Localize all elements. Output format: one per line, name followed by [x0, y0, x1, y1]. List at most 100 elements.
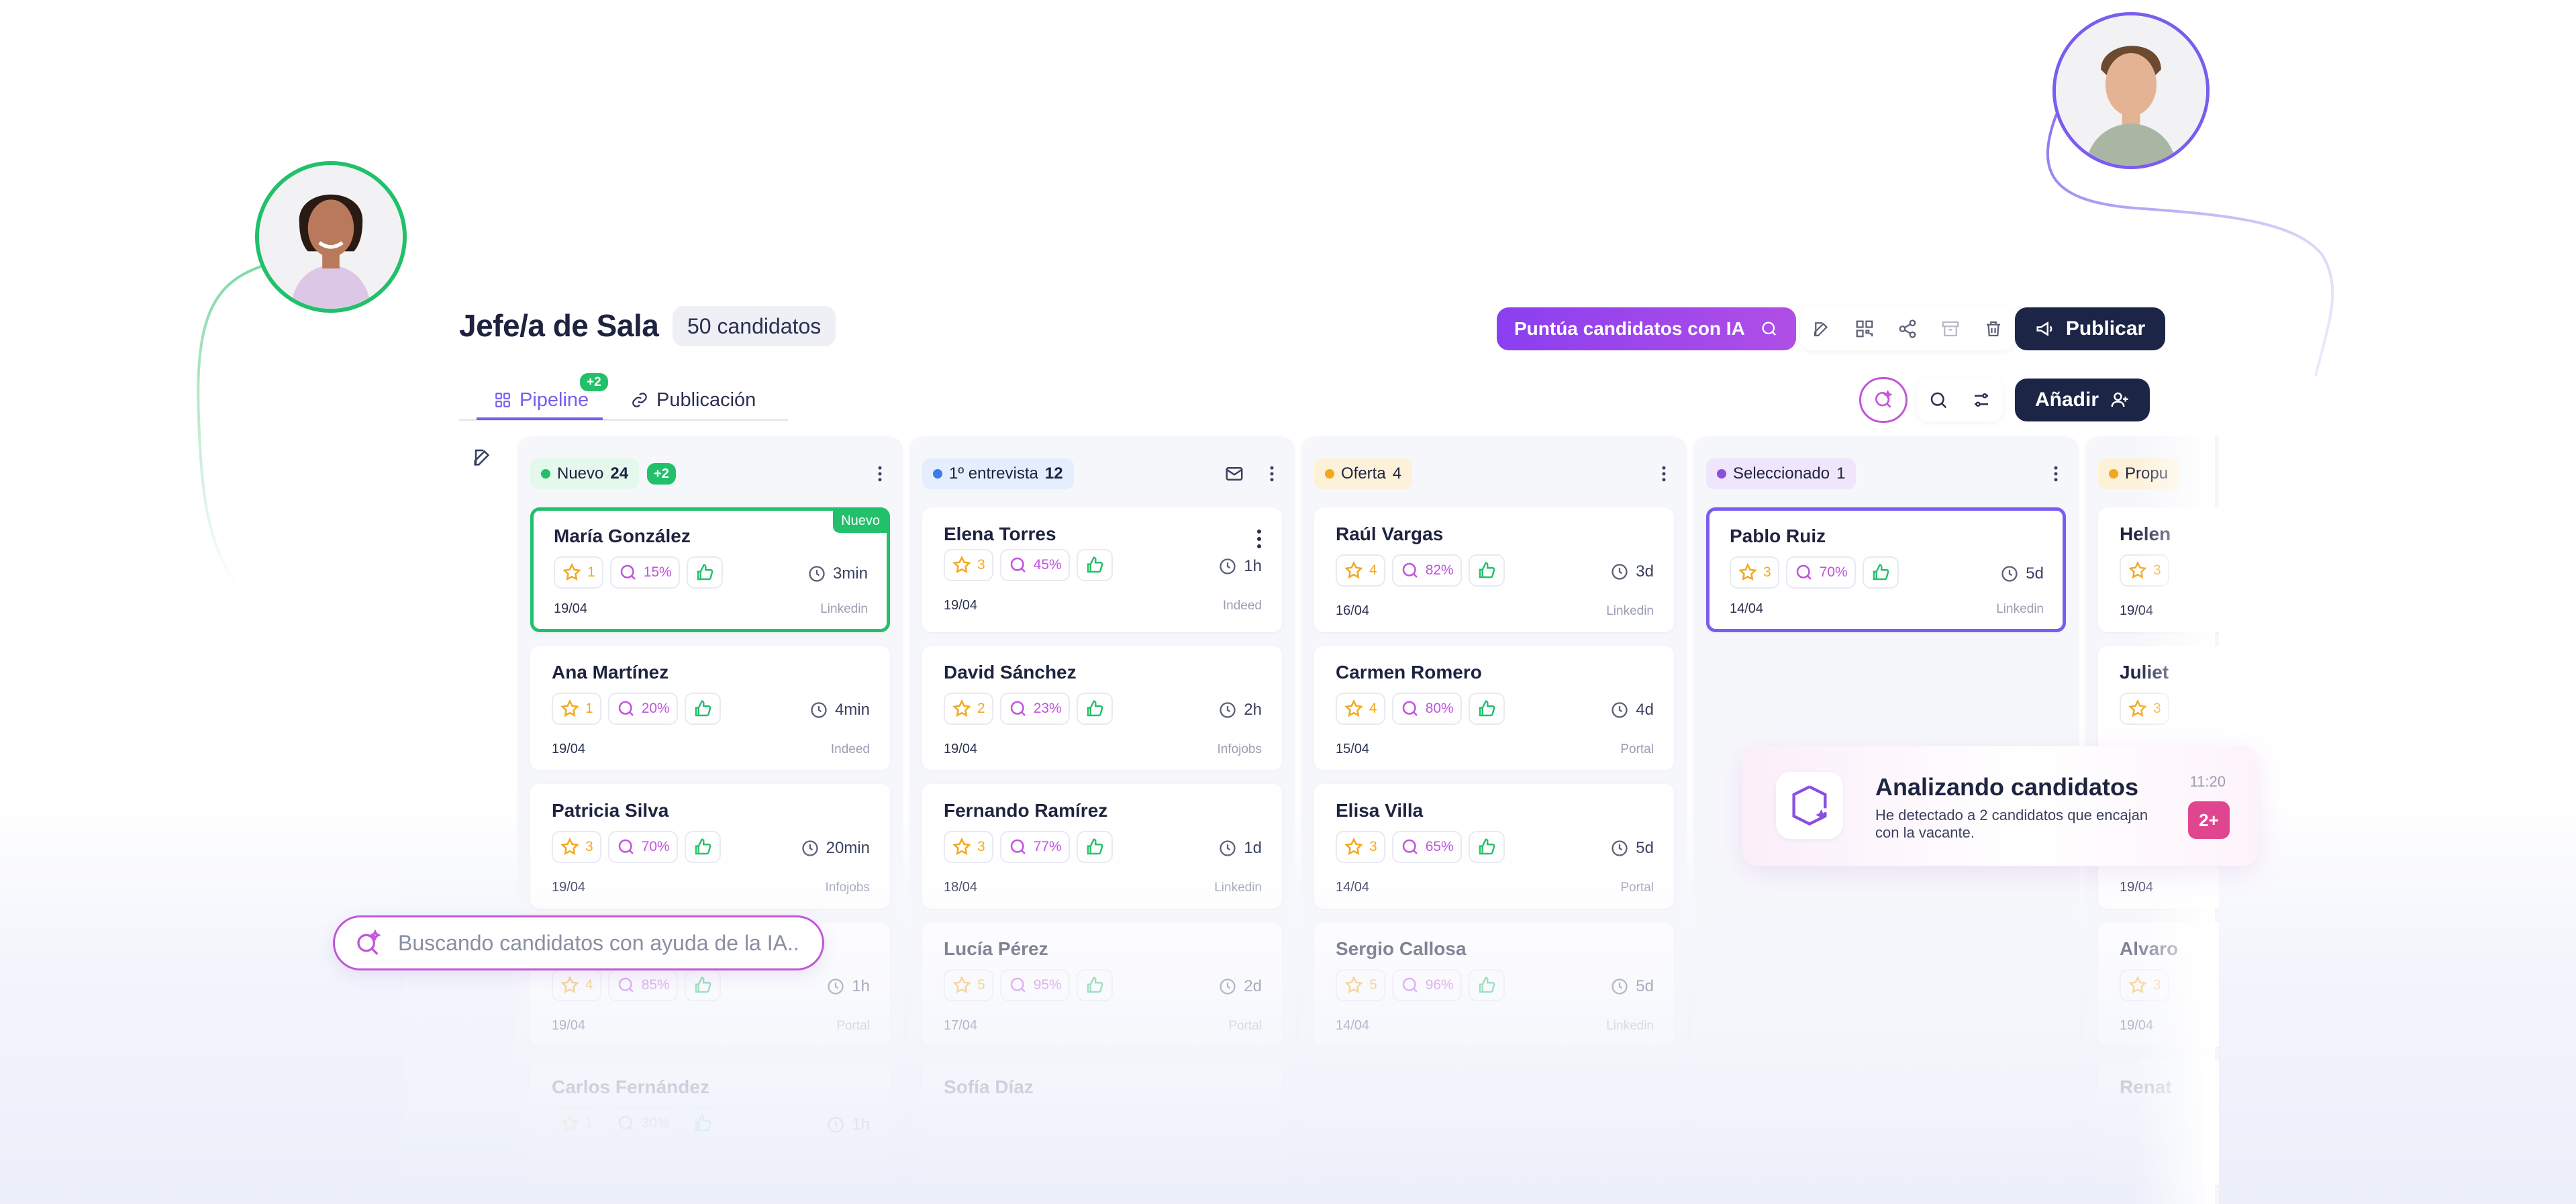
- kebab-menu-icon[interactable]: [1256, 529, 1262, 549]
- candidate-name: Elena Torres: [944, 523, 1056, 544]
- ai-analysis-notification[interactable]: Analizando candidatos He detectado a 2 c…: [1742, 746, 2258, 866]
- ai-search-toggle-button[interactable]: [1859, 377, 1908, 423]
- rating-chip[interactable]: 3: [2120, 554, 2169, 587]
- like-chip[interactable]: [684, 1107, 721, 1140]
- rating-chip[interactable]: 5: [1336, 969, 1385, 1001]
- ai-score-chip[interactable]: 20%: [607, 693, 678, 725]
- candidate-card[interactable]: Raúl Vargas 4 82% 3d 16/04 Linkedin: [1314, 507, 1674, 632]
- star-icon: [1344, 975, 1363, 994]
- like-chip[interactable]: [1468, 969, 1505, 1001]
- publish-button[interactable]: Publicar: [2014, 307, 2166, 350]
- clock-icon: [1612, 564, 1628, 580]
- rating-chip[interactable]: 3: [1336, 831, 1385, 863]
- like-chip[interactable]: [1076, 693, 1113, 725]
- stage-count: 12: [1044, 464, 1063, 483]
- like-chip[interactable]: [1862, 556, 1899, 589]
- edit-columns-icon[interactable]: [471, 446, 494, 468]
- kebab-menu-icon[interactable]: [1262, 464, 1282, 484]
- share-icon[interactable]: [1886, 307, 1929, 350]
- like-chip[interactable]: [684, 969, 721, 1001]
- search-icon[interactable]: [1917, 379, 1960, 421]
- candidate-name: Lucía Pérez: [944, 938, 1048, 959]
- rating-chip[interactable]: 3: [552, 831, 601, 863]
- notification-count-badge[interactable]: 2+: [2188, 801, 2230, 839]
- rating-chip[interactable]: 3: [944, 831, 993, 863]
- candidate-card[interactable]: Elisa Villa 3 65% 5d 14/04 Portal: [1314, 784, 1674, 909]
- candidate-card[interactable]: Carmen Romero 4 80% 4d 15/04 Portal: [1314, 646, 1674, 770]
- rating-chip[interactable]: 1: [552, 693, 601, 725]
- candidate-card[interactable]: Patricia Silva 3 70% 20min 19/04 Infojob…: [530, 784, 890, 909]
- rating-chip[interactable]: 3: [944, 549, 993, 581]
- rating-chip[interactable]: 3: [2120, 969, 2169, 1001]
- ai-score-chip[interactable]: 15%: [609, 556, 680, 589]
- kebab-menu-icon[interactable]: [870, 464, 890, 484]
- candidate-card[interactable]: Sergio Callosa 5 96% 5d 14/04 Linkedin: [1314, 922, 1674, 1047]
- rating-value: 5: [1369, 977, 1377, 993]
- ai-score-chip[interactable]: 82%: [1391, 554, 1462, 587]
- ai-score-chip[interactable]: 77%: [999, 831, 1070, 863]
- ai-score-chip[interactable]: 70%: [607, 831, 678, 863]
- kebab-menu-icon[interactable]: [2046, 464, 2066, 484]
- candidate-card[interactable]: Fernando Ramírez 3 77% 1d 18/04 Linkedin: [922, 784, 1282, 909]
- star-icon: [2128, 560, 2147, 579]
- thumbs-up-icon: [1479, 976, 1495, 993]
- candidate-card[interactable]: David Sánchez 2 23% 2h 19/04 Infojobs: [922, 646, 1282, 770]
- archive-icon[interactable]: [1929, 307, 1972, 350]
- like-chip[interactable]: [684, 693, 721, 725]
- rating-chip[interactable]: 5: [944, 969, 993, 1001]
- rating-chip[interactable]: 1: [554, 556, 603, 589]
- ai-score-chip[interactable]: 70%: [1785, 556, 1856, 589]
- clock-icon: [809, 566, 825, 582]
- rating-chip[interactable]: 1: [552, 1107, 601, 1140]
- like-chip[interactable]: [1468, 693, 1505, 725]
- like-chip[interactable]: [1468, 554, 1505, 587]
- ai-score-chip[interactable]: 65%: [1391, 831, 1462, 863]
- candidate-card[interactable]: Elena Torres 3 45% 1h 19/04 Indeed: [922, 507, 1282, 632]
- rating-chip[interactable]: 3: [2120, 693, 2169, 725]
- ai-score-chip[interactable]: 85%: [607, 969, 678, 1001]
- tab-publicacion[interactable]: Publicación: [631, 380, 756, 420]
- candidate-card[interactable]: Alvaro 3 19/04: [2098, 922, 2219, 1047]
- like-chip[interactable]: [684, 831, 721, 863]
- add-button[interactable]: Añadir: [2015, 379, 2150, 421]
- ai-score-button[interactable]: Puntúa candidatos con IA: [1497, 307, 1796, 350]
- tab-pipeline[interactable]: Pipeline: [494, 380, 589, 420]
- like-chip[interactable]: [686, 556, 723, 589]
- stage-pill: Nuevo 24: [530, 458, 640, 489]
- candidate-card[interactable]: Carlos Fernández 1 30% 1h: [530, 1060, 890, 1185]
- rating-chip[interactable]: 2: [944, 693, 993, 725]
- kebab-menu-icon[interactable]: [1654, 464, 1674, 484]
- ai-search-bar[interactable]: [333, 915, 824, 970]
- ai-score-chip[interactable]: 95%: [999, 969, 1070, 1001]
- rating-chip[interactable]: 4: [1336, 554, 1385, 587]
- edit-icon[interactable]: [1800, 307, 1843, 350]
- filter-sliders-icon[interactable]: [1960, 379, 2003, 421]
- qr-code-icon[interactable]: [1843, 307, 1886, 350]
- elapsed-time: 3min: [832, 564, 868, 583]
- ai-score-chip[interactable]: 96%: [1391, 969, 1462, 1001]
- mail-icon[interactable]: [1224, 464, 1244, 484]
- rating-chip[interactable]: 4: [1336, 693, 1385, 725]
- rating-chip[interactable]: 4: [552, 969, 601, 1001]
- ai-score-icon: [1010, 557, 1026, 572]
- like-chip[interactable]: [1076, 969, 1113, 1001]
- card-source: Portal: [1620, 742, 1654, 756]
- ai-search-input[interactable]: [398, 930, 801, 956]
- candidate-card[interactable]: Pablo Ruiz 3 70% 5d 14/04 Linkedin: [1706, 507, 2066, 632]
- ai-score-chip[interactable]: 30%: [607, 1107, 678, 1140]
- like-chip[interactable]: [1076, 549, 1113, 581]
- candidate-card[interactable]: Renat: [2098, 1060, 2219, 1185]
- rating-chip[interactable]: 3: [1730, 556, 1779, 589]
- candidate-card[interactable]: Lucía Pérez 5 95% 2d 17/04 Portal: [922, 922, 1282, 1047]
- candidate-card[interactable]: Ana Martínez 1 20% 4min 19/04 Indeed: [530, 646, 890, 770]
- ai-score-chip[interactable]: 80%: [1391, 693, 1462, 725]
- ai-score-chip[interactable]: 23%: [999, 693, 1070, 725]
- ai-score-chip[interactable]: 45%: [999, 549, 1070, 581]
- candidate-card[interactable]: Helen 3 19/04: [2098, 507, 2219, 632]
- like-chip[interactable]: [1468, 831, 1505, 863]
- trash-icon[interactable]: [1972, 307, 2015, 350]
- candidate-card[interactable]: Sofía Díaz: [922, 1060, 1282, 1185]
- like-chip[interactable]: [1076, 831, 1113, 863]
- candidate-card[interactable]: María González Nuevo 1 15% 3min 19/04 Li…: [530, 507, 890, 632]
- elapsed-time: 1h: [852, 977, 870, 995]
